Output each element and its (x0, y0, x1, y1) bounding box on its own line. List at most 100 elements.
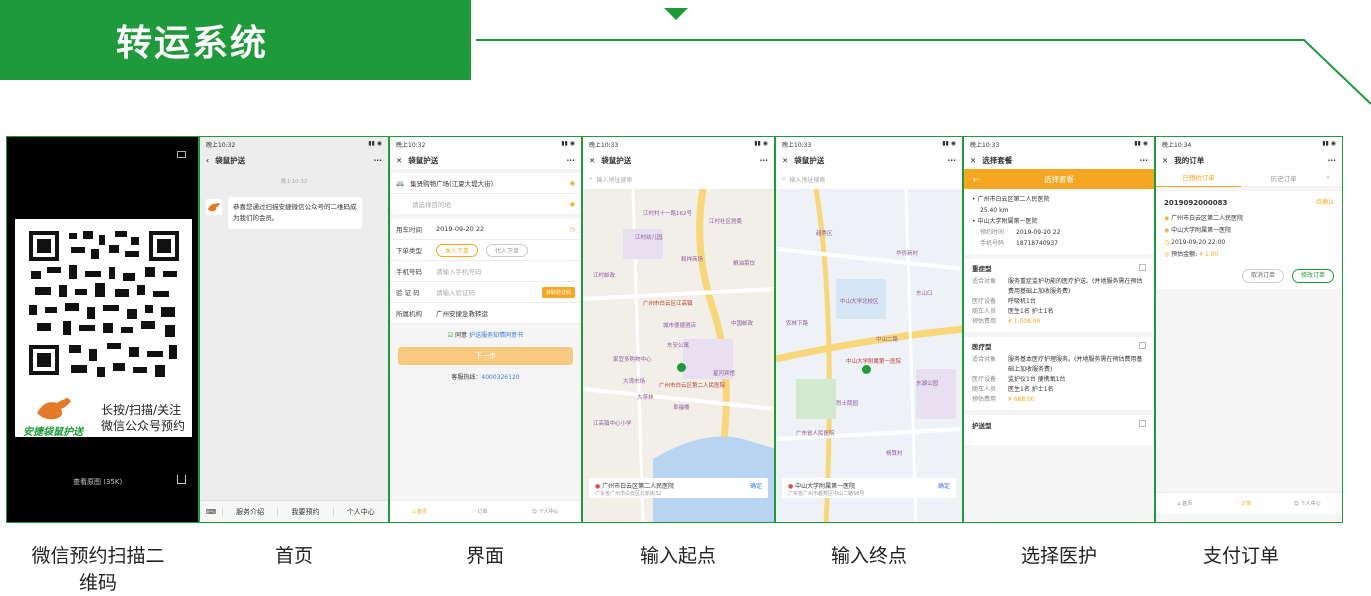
agreement-link[interactable]: 护送服务知情同意书 (469, 332, 523, 339)
status-time: 晚上10:33 (970, 142, 1000, 149)
back-icon[interactable]: ‹ (206, 156, 209, 165)
tab-home[interactable]: ⌂ 首页 (412, 508, 427, 515)
map-pin-icon (862, 365, 871, 374)
next-button[interactable]: 下一步 (398, 347, 573, 365)
caption-interface: 界面 (465, 545, 504, 567)
view-original-link[interactable]: 查看原图 (35K) (73, 477, 122, 487)
address-search[interactable]: ⌕ 输入地址搜索 (782, 171, 956, 187)
start-field[interactable]: 🚐 集贤购物广场(江夏大堤大街) ◉ (390, 173, 581, 194)
self-order-pill[interactable]: 本人下单 (436, 243, 479, 257)
search-placeholder: 输入地址搜索 (596, 176, 633, 184)
status-icons: ▮▮ ◉ (942, 140, 956, 147)
start-dot-icon: ◉ (1164, 215, 1170, 222)
trip-to: 中山大学附属第一医院 (977, 218, 1038, 225)
caption-select: 选择医护 (1020, 545, 1097, 567)
map-label: 星河宾馆 (713, 371, 736, 377)
fee-value: ¥ 1,008.00 (1008, 318, 1041, 325)
order-card[interactable]: 2019092000083 待确认 ◉ 广州市白云区第二人民医院 ◉ 中山大学附… (1156, 191, 1342, 289)
close-icon[interactable]: ✕ (1162, 156, 1168, 165)
close-icon[interactable]: ✕ (589, 156, 595, 165)
app-title: 袋鼠护送 (408, 155, 439, 165)
phone-start-map: 晚上10:33 ▮▮ ◉ ✕ 袋鼠护送 ··· ⌕ 输入地址搜索 江村村十一路162号… (582, 136, 775, 523)
address-search[interactable]: ⌕ 输入地址搜索 (589, 171, 768, 187)
time-field[interactable]: 用车时间 2019-09-20 22 ◷ (390, 219, 581, 240)
chat-message: 恭喜您通过扫描安捷微信公众号的二维码成为我们的会员。 (228, 197, 362, 229)
map-label: 大湾市场 (623, 379, 646, 385)
close-icon[interactable]: ✕ (970, 156, 976, 165)
more-icon[interactable]: ··· (373, 156, 382, 165)
code-field[interactable]: 验 证 码 请输入验证码 获取验证码 (390, 282, 581, 303)
search-icon[interactable]: ⌕ (1326, 173, 1342, 182)
tab-bar: ⌂ 首页 ♡ 订单 ☺ 个人中心 (1156, 492, 1342, 514)
money-icon: ◎ (1164, 251, 1170, 258)
caption-end: 输入终点 (830, 545, 907, 567)
close-icon[interactable]: ✕ (396, 156, 402, 165)
decor-line (476, 39, 1371, 105)
checkbox-icon[interactable]: ☑ (448, 332, 453, 339)
code-placeholder: 请输入验证码 (436, 289, 475, 297)
download-icon[interactable] (177, 475, 186, 484)
menu-item-profile[interactable]: 个人中心 (332, 506, 388, 517)
close-icon[interactable]: ✕ (782, 156, 788, 165)
more-icon[interactable]: ··· (759, 156, 768, 165)
tab-booked[interactable]: 已预约订单 (1156, 169, 1241, 187)
menu-item-book[interactable]: 我要预约 (277, 506, 332, 517)
desc-label: 适合对象 (972, 278, 997, 285)
more-icon[interactable]: ··· (1327, 156, 1336, 165)
caption-start: 输入起点 (639, 545, 716, 567)
tab-history[interactable]: 历史订单 (1241, 173, 1326, 183)
proxy-order-pill[interactable]: 代人下单 (486, 243, 529, 257)
phone-field[interactable]: 手机号码 请输入手机号码 (390, 261, 581, 282)
cancel-order-button[interactable]: 取消订单 (1241, 269, 1284, 283)
clock-icon: ◷ (569, 225, 575, 233)
tab-home[interactable]: ⌂ 首页 (1177, 500, 1192, 507)
price-value: ¥ 1.00 (1199, 251, 1219, 258)
destination-field[interactable]: 请选择目的地 ◉ (390, 194, 581, 215)
checkbox-icon[interactable] (1139, 420, 1146, 427)
menu-item-intro[interactable]: 服务介绍 (222, 506, 277, 517)
time-label: 用车时间 (396, 226, 422, 234)
phone-end-map: 晚上10:33 ▮▮ ◉ ✕ 袋鼠护送 ··· ⌕ 输入地址搜索 中山大学附属第一医院… (775, 136, 963, 523)
tab-orders[interactable]: ♡ 订单 (1235, 500, 1251, 507)
get-code-button[interactable]: 获取验证码 (541, 286, 575, 298)
confirm-button[interactable]: 确定 (750, 481, 762, 495)
more-icon[interactable]: ··· (947, 156, 956, 165)
app-title: 我的订单 (1174, 155, 1205, 165)
hotline-label: 客服热线： (451, 374, 482, 381)
desc-label: 适合对象 (972, 356, 997, 363)
agreement-row: ☑ 同意 护送服务知情同意书 (390, 330, 581, 339)
trip-distance: 25.40 (980, 207, 998, 214)
hotline-number[interactable]: 4000326120 (481, 374, 519, 381)
checkbox-icon[interactable] (1139, 264, 1146, 271)
keyboard-icon[interactable]: ⌨ (200, 508, 222, 516)
package-banner: ← 选择套餐 (964, 169, 1154, 189)
package-card-escort[interactable]: 护送型 (964, 415, 1154, 445)
map-end[interactable]: 中山大学附属第一医院 越秀区 中山二路 华侨新村 东山口 中山大学北校区 农林下… (776, 189, 962, 522)
map-pin-icon (677, 363, 686, 372)
package-card-critical[interactable]: 重症型 适合对象 服务重症监护功能的医疗护送。(并地服务需在预估费用基础上加收服务… (964, 259, 1154, 332)
more-icon[interactable]: ··· (566, 156, 575, 165)
map-label: 越秀区 (816, 231, 833, 237)
confirm-button[interactable]: 确定 (938, 481, 950, 495)
org-field: 所属机构 广州安捷急救转运 (390, 303, 581, 324)
bottom-menu: ⌨ 服务介绍 我要预约 个人中心 (200, 500, 388, 522)
hotline-row: 客服热线：4000326120 (390, 372, 581, 381)
app-title: 袋鼠护送 (601, 155, 632, 165)
tab-orders[interactable]: ♡ 订单 (471, 508, 487, 515)
chat-avatar (206, 199, 222, 215)
package-card-medical[interactable]: 医疗型 适合对象 服务基本医疗护理服务。(并地服务需在预估费用基础上加收服务费) … (964, 337, 1154, 410)
checkbox-icon[interactable] (1139, 342, 1146, 349)
selected-address: 广东省广州市白云区北新街32 (595, 491, 662, 497)
back-arrow-icon[interactable]: ← (964, 175, 988, 184)
status-time: 晚上10:33 (589, 142, 619, 149)
phone-label: 手机号码 (980, 240, 1005, 247)
tab-profile[interactable]: ☺ 个人中心 (532, 508, 559, 515)
tab-profile[interactable]: ☺ 个人中心 (1294, 500, 1321, 507)
map-label: 和祥商场 (681, 257, 704, 263)
map-start[interactable]: 江村村十一路162号 江村社区居委 江村幼儿园 粮油菜饮 江村邮政 和祥商场 广… (583, 189, 774, 522)
modify-order-button[interactable]: 修改订单 (1291, 269, 1334, 283)
qr-code[interactable] (19, 227, 189, 383)
fee-label: 预估费用 (972, 396, 997, 403)
more-icon[interactable]: ··· (1139, 156, 1148, 165)
copy-icon[interactable] (177, 151, 186, 158)
